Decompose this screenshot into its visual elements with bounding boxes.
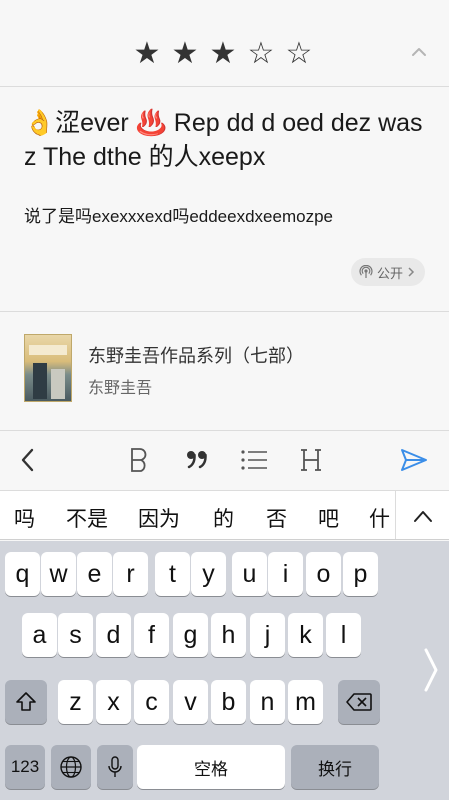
chevron-up-icon[interactable] (409, 42, 429, 62)
chevron-left-icon (21, 448, 34, 472)
key-d[interactable]: d (96, 613, 131, 657)
candidate-word[interactable]: 不是 (66, 503, 108, 533)
send-button[interactable] (398, 443, 430, 477)
star-3[interactable]: ★ (208, 36, 238, 72)
key-m[interactable]: m (288, 680, 323, 724)
heading-icon (301, 449, 321, 471)
star-5[interactable]: ☆ (284, 36, 314, 72)
candidate-word[interactable]: 吧 (318, 503, 339, 533)
quote-icon (187, 451, 207, 469)
review-title[interactable]: 👌涩ever ♨️ Rep dd d oed dez was z The dth… (24, 106, 424, 174)
format-toolbar (0, 430, 449, 488)
microphone-icon (108, 756, 122, 777)
key-y[interactable]: y (191, 552, 226, 596)
key-e[interactable]: e (77, 552, 112, 596)
key-h[interactable]: h (211, 613, 246, 657)
candidate-word[interactable]: 吗 (14, 503, 35, 533)
star-4[interactable]: ☆ (246, 36, 276, 72)
shift-key[interactable] (5, 680, 47, 724)
visibility-label: 公开 (376, 265, 403, 281)
book-author: 东野圭吾 (88, 378, 153, 397)
globe-icon (60, 756, 82, 778)
delete-key[interactable] (338, 680, 380, 724)
back-button[interactable] (14, 443, 42, 477)
visibility-toggle[interactable]: 公开 (350, 258, 425, 286)
key-s[interactable]: s (58, 613, 93, 657)
key-u[interactable]: u (232, 552, 267, 596)
key-a[interactable]: a (22, 613, 57, 657)
star-rating[interactable]: ★ ★ ★ ☆ ☆ (132, 36, 314, 72)
chevron-right-icon (408, 267, 415, 277)
key-n[interactable]: n (250, 680, 285, 724)
book-title: 东野圭吾作品系列（七部） (88, 346, 304, 367)
key-t[interactable]: t (155, 552, 190, 596)
candidate-word[interactable]: 否 (266, 503, 287, 533)
heading-button[interactable] (296, 443, 326, 477)
key-f[interactable]: f (134, 613, 169, 657)
key-r[interactable]: r (113, 552, 148, 596)
key-o[interactable]: o (306, 552, 341, 596)
divider (0, 86, 449, 87)
star-2[interactable]: ★ (170, 36, 200, 72)
chevron-right-icon[interactable] (423, 647, 439, 693)
key-x[interactable]: x (96, 680, 131, 724)
key-q[interactable]: q (5, 552, 40, 596)
key-p[interactable]: p (343, 552, 378, 596)
key-l[interactable]: l (326, 613, 361, 657)
book-cover-image (24, 334, 72, 402)
key-k[interactable]: k (288, 613, 323, 657)
return-key[interactable]: 换行 (291, 745, 379, 789)
review-body[interactable]: 说了是吗exexxxexd吗eddeexdxeemozpe (24, 204, 434, 230)
quote-button[interactable] (182, 443, 212, 477)
send-icon (401, 449, 427, 471)
book-card[interactable]: 东野圭吾作品系列（七部） 东野圭吾 (0, 312, 449, 428)
bold-button[interactable] (124, 443, 154, 477)
bold-icon (131, 448, 147, 472)
key-c[interactable]: c (134, 680, 169, 724)
key-j[interactable]: j (250, 613, 285, 657)
list-icon (241, 450, 267, 470)
key-i[interactable]: i (268, 552, 303, 596)
ime-candidate-bar: 吗 不是 因为 的 否 吧 什 (0, 490, 449, 540)
rating-bar: ★ ★ ★ ☆ ☆ (0, 0, 449, 86)
candidate-word[interactable]: 因为 (138, 503, 180, 533)
key-w[interactable]: w (41, 552, 76, 596)
space-key[interactable]: 空格 (137, 745, 285, 789)
broadcast-icon (359, 265, 373, 278)
candidate-word[interactable]: 的 (213, 503, 234, 533)
key-g[interactable]: g (173, 613, 208, 657)
star-1[interactable]: ★ (132, 36, 162, 72)
globe-key[interactable] (51, 745, 91, 789)
numbers-key[interactable]: 123 (5, 745, 45, 789)
microphone-key[interactable] (97, 745, 133, 789)
key-b[interactable]: b (211, 680, 246, 724)
expand-candidates-button[interactable] (395, 491, 449, 539)
key-z[interactable]: z (58, 680, 93, 724)
shift-arrow-icon (16, 692, 36, 711)
chevron-up-icon (413, 511, 432, 522)
list-button[interactable] (238, 443, 270, 477)
candidate-word[interactable]: 什 (369, 503, 390, 533)
keyboard: q w e r t y u i o p a s d f g h j k l z … (0, 541, 449, 800)
backspace-icon (346, 693, 372, 711)
key-v[interactable]: v (173, 680, 208, 724)
